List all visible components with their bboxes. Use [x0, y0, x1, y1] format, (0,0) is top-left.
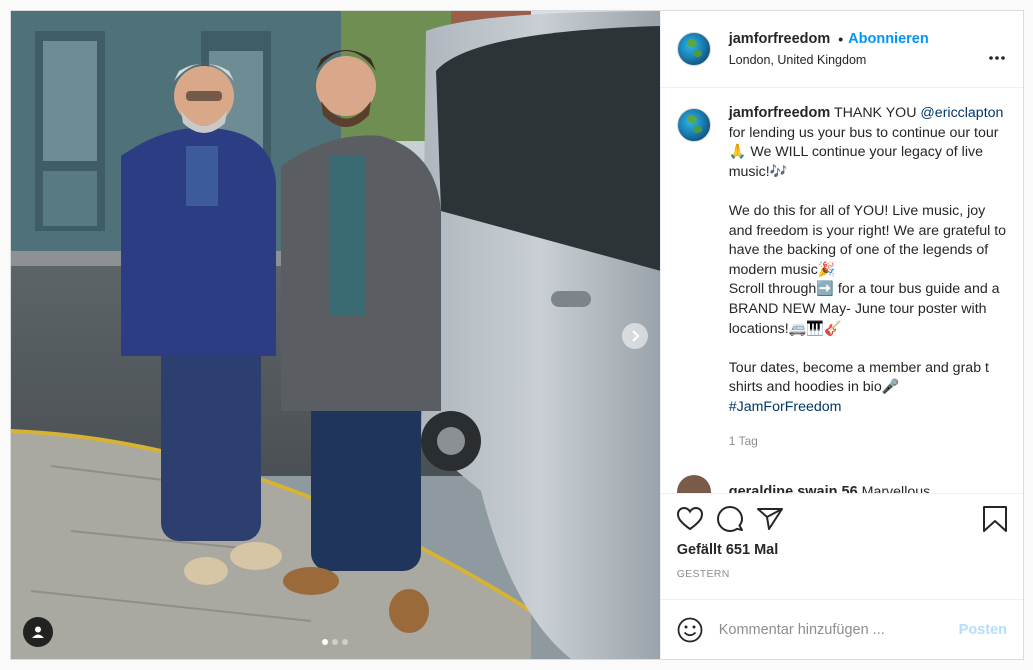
more-horizontal-icon — [989, 56, 1005, 60]
post-header: jamforfreedom • Abonnieren London, Unite… — [660, 11, 1023, 88]
caption-username[interactable]: jamforfreedom — [729, 105, 831, 121]
more-options-button[interactable] — [989, 47, 1005, 65]
follow-button[interactable]: Abonnieren — [848, 31, 929, 47]
author-avatar[interactable] — [676, 32, 711, 66]
heart-icon — [676, 507, 703, 531]
comment-button[interactable] — [716, 506, 743, 532]
user-icon — [32, 626, 44, 638]
comment-item: geraldine.swain.56 Marvellous — [676, 475, 1007, 493]
commenter-username[interactable]: geraldine.swain.56 — [729, 484, 858, 493]
chevron-right-icon — [632, 330, 640, 342]
paper-plane-icon — [756, 508, 783, 530]
smiley-icon — [677, 617, 703, 642]
caption-text: for lending us your bus to continue our … — [728, 124, 1007, 396]
save-button[interactable] — [983, 506, 1007, 532]
caption-text-start: THANK YOU — [833, 105, 917, 121]
carousel-indicator — [11, 639, 660, 645]
post-photo[interactable] — [11, 11, 660, 659]
bookmark-icon — [983, 506, 1007, 532]
carousel-dot-active — [322, 639, 329, 645]
share-button[interactable] — [756, 507, 783, 531]
carousel-next-button[interactable] — [621, 323, 648, 349]
author-username[interactable]: jamforfreedom — [729, 31, 831, 47]
comment-text: Marvellous — [861, 484, 931, 493]
post-caption: jamforfreedom THANK YOU @ericclapton for… — [676, 104, 1007, 451]
post-side-panel: jamforfreedom • Abonnieren London, Unite… — [659, 11, 1023, 659]
post-location[interactable]: London, United Kingdom — [729, 53, 929, 67]
caption-author-avatar[interactable] — [676, 108, 711, 142]
caption-text-block: jamforfreedom THANK YOU @ericclapton for… — [729, 104, 1007, 418]
emoji-button[interactable] — [677, 617, 703, 643]
comments-section[interactable]: jamforfreedom THANK YOU @ericclapton for… — [661, 88, 1023, 493]
like-button[interactable] — [676, 507, 703, 531]
post-actions: Gefällt 651 Mal GESTERN — [660, 493, 1023, 599]
add-comment-bar: Posten — [660, 599, 1023, 659]
comment-icon — [716, 506, 743, 532]
photo-illustration — [11, 11, 660, 659]
instagram-post: jamforfreedom • Abonnieren London, Unite… — [10, 10, 1024, 660]
post-comment-button[interactable]: Posten — [959, 622, 1007, 638]
post-date[interactable]: GESTERN — [677, 568, 1007, 580]
carousel-dot — [342, 639, 349, 645]
caption-age: 1 Tag — [728, 433, 758, 448]
commenter-avatar[interactable] — [676, 475, 711, 493]
comment-input[interactable] — [718, 621, 959, 638]
caption-mention[interactable]: @ericclapton — [920, 105, 1003, 121]
like-count[interactable]: Gefällt 651 Mal — [677, 542, 1007, 558]
header-separator: • — [838, 31, 844, 47]
carousel-dot — [332, 639, 339, 645]
caption-hashtag[interactable]: #JamForFreedom — [729, 399, 842, 415]
